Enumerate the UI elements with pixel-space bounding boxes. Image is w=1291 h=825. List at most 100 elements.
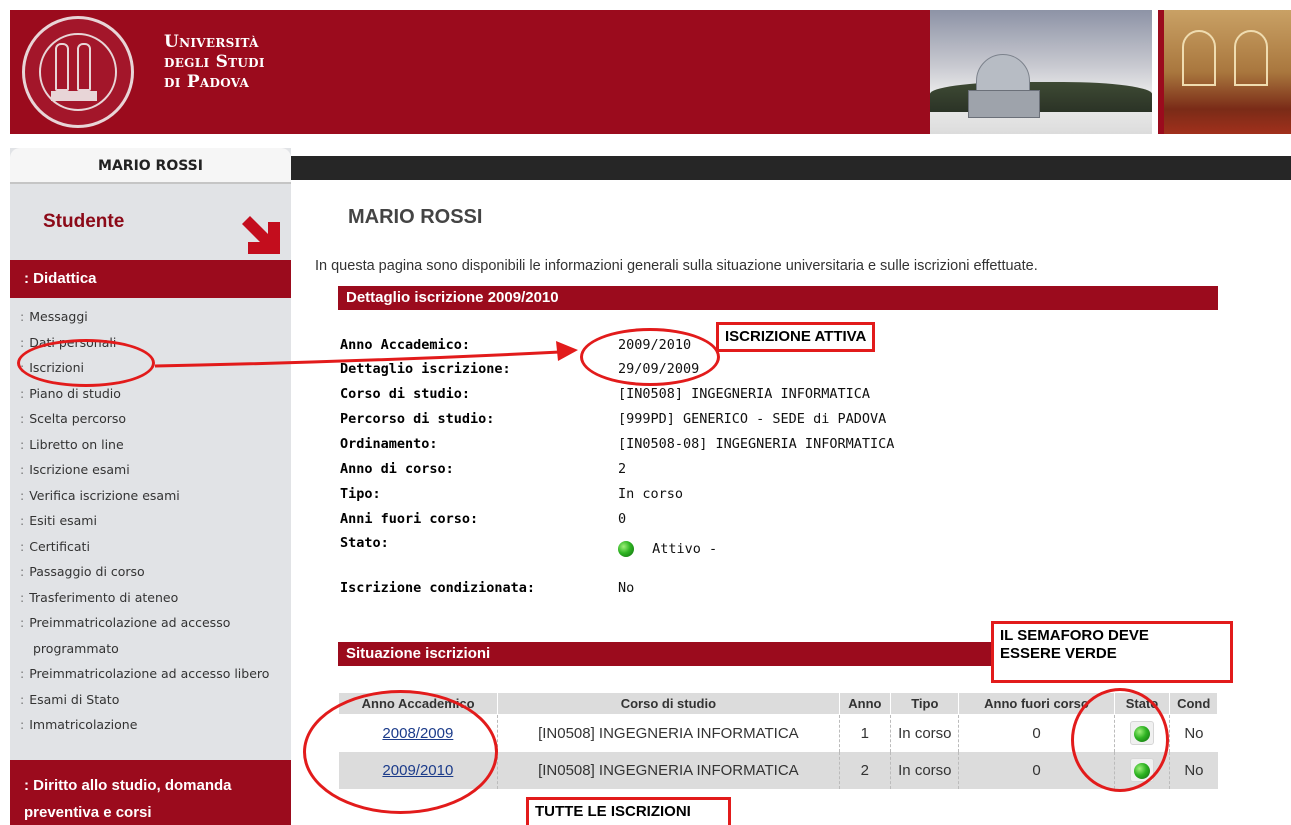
detail-value: In corso [618,486,684,502]
status-text: Attivo - [652,541,718,557]
annotation-tutte-iscrizioni: TUTTE LE ISCRIZIONI [526,797,731,825]
detail-label: Anno di corso: [340,461,454,477]
detail-label: Anno Accademico: [340,337,471,353]
photo-arch-right [1234,30,1268,86]
section-diritto-allo-studio[interactable]: : Diritto allo studio, domanda preventiv… [10,760,291,825]
sidebar-item-certificati[interactable]: : Certificati [10,534,291,560]
detail-row: Iscrizione condizionata: No [340,580,1140,602]
bullet-icon: : [20,385,25,401]
sidebar-item-preimm-libero[interactable]: : Preimmatricolazione ad accesso libero [10,661,291,687]
sidebar-item-immatricolazione[interactable]: : Immatricolazione [10,712,291,738]
cell-anno: 1 [838,714,891,752]
detail-label: Corso di studio: [340,386,471,402]
detail-value: [999PD] GENERICO - SEDE di PADOVA [618,411,887,427]
detail-value-stato: Attivo - [618,541,717,557]
sidebar-item-label: Libretto on line [29,436,124,452]
university-name-line2: degli Studi [164,52,265,72]
cell-corso: [IN0508] INGEGNERIA INFORMATICA [497,714,839,752]
sidebar-item-scelta-percorso[interactable]: : Scelta percorso [10,406,291,432]
sidebar-item-verifica-iscrizione[interactable]: : Verifica iscrizione esami [10,483,291,509]
annotation-circle-years [303,690,498,814]
sidebar-item-iscrizione-esami[interactable]: : Iscrizione esami [10,457,291,483]
col-anno: Anno [838,692,892,715]
photo-building [968,90,1040,118]
sidebar-item-label: Piano di studio [29,385,121,401]
university-name: Università degli Studi di Padova [164,32,265,92]
detail-row: Percorso di studio: [999PD] GENERICO - S… [340,411,1140,433]
bullet-icon: : [20,538,25,554]
detail-section-header: Dettaglio iscrizione 2009/2010 [338,286,1218,310]
sidebar-item-label: Scelta percorso [29,411,127,426]
arrow-down-right-icon [242,216,280,254]
cell-cond: No [1169,751,1218,789]
aula-magna-photo [1164,10,1291,134]
site-header: Università degli Studi di Padova [10,10,1291,134]
sidebar-item-label: Preimmatricolazione ad accesso programma… [29,615,231,656]
bullet-icon: : [20,666,25,681]
sidebar: MARIO ROSSI Studente : Didattica : Messag… [10,148,291,825]
cell-tipo: In corso [890,751,959,789]
detail-label: Iscrizione condizionata: [340,580,536,596]
annotation-circle-iscrizioni [17,339,155,387]
bullet-icon: : [20,436,25,452]
bullet-icon: : [20,411,25,426]
sidebar-item-label: Iscrizione esami [29,462,130,477]
detail-row: Dettaglio iscrizione: 29/09/2009 [340,361,1140,383]
sidebar-item-label: Preimmatricolazione ad accesso libero [29,666,270,681]
seal-figure-left [55,43,69,91]
sidebar-item-label: Immatricolazione [29,717,138,732]
sidebar-item-passaggio-corso[interactable]: : Passaggio di corso [10,559,291,585]
green-light-icon [618,541,634,557]
annotation-circle-stato [1071,688,1169,792]
top-navigation-bar [291,156,1291,180]
sidebar-item-trasferimento[interactable]: : Trasferimento di ateneo [10,585,291,611]
bullet-icon: : [20,487,25,503]
photo-arch-left [1182,30,1216,86]
sidebar-item-label: Trasferimento di ateneo [29,589,179,605]
sidebar-item-preimm-programmato[interactable]: : Preimmatricolazione ad accesso programm… [10,610,291,661]
page-title: MARIO ROSSI [348,206,483,228]
col-cond: Cond [1169,692,1218,715]
bullet-icon: : [20,564,25,579]
bullet-icon: : [20,615,25,630]
intro-text: In questa pagina sono disponibili le inf… [315,258,1038,274]
annotation-circle-dates [580,328,720,386]
bullet-icon: : [20,513,25,528]
detail-row: Corso di studio: [IN0508] INGEGNERIA INF… [340,386,1140,408]
detail-row: Anno di corso: 2 [340,461,1140,483]
sidebar-item-messaggi[interactable]: : Messaggi [10,304,291,330]
sidebar-item-label: Messaggi [29,309,88,324]
detail-value: [IN0508-08] INGEGNERIA INFORMATICA [618,436,895,452]
detail-row: Tipo: In corso [340,486,1140,508]
user-tab[interactable]: MARIO ROSSI [10,148,291,184]
section-didattica[interactable]: : Didattica [10,260,291,298]
sidebar-item-label: Esami di Stato [29,691,120,707]
detail-label: Anni fuori corso: [340,511,479,527]
sidebar-item-label: Certificati [29,538,90,554]
detail-label: Percorso di studio: [340,411,495,427]
seal-band [51,91,97,101]
cell-corso: [IN0508] INGEGNERIA INFORMATICA [497,751,839,789]
photo-dome [976,54,1030,92]
sidebar-item-esami-di-stato[interactable]: : Esami di Stato [10,687,291,713]
role-title: Studente [43,211,125,232]
seal-figure-right [77,43,91,91]
detail-value: No [618,580,635,596]
sidebar-item-esiti-esami[interactable]: : Esiti esami [10,508,291,534]
university-name-line3: di Padova [164,72,250,92]
detail-label: Ordinamento: [340,436,438,452]
bullet-icon: : [20,334,25,350]
bullet-icon: : [20,717,25,732]
observatory-photo [930,10,1158,134]
cell-anno: 2 [838,751,891,789]
university-seal-logo[interactable] [22,16,134,128]
annotation-iscrizione-attiva: ISCRIZIONE ATTIVA [716,322,876,352]
cell-cond: No [1169,714,1218,752]
detail-row: Ordinamento: [IN0508-08] INGEGNERIA INFO… [340,436,1140,458]
bullet-icon: : [20,691,25,707]
detail-value: [IN0508] INGEGNERIA INFORMATICA [618,386,870,402]
sidebar-item-piano-di-studio[interactable]: : Piano di studio [10,381,291,407]
sidebar-item-label: Passaggio di corso [29,564,145,579]
detail-label: Stato: [340,535,389,551]
sidebar-item-libretto[interactable]: : Libretto on line [10,432,291,458]
